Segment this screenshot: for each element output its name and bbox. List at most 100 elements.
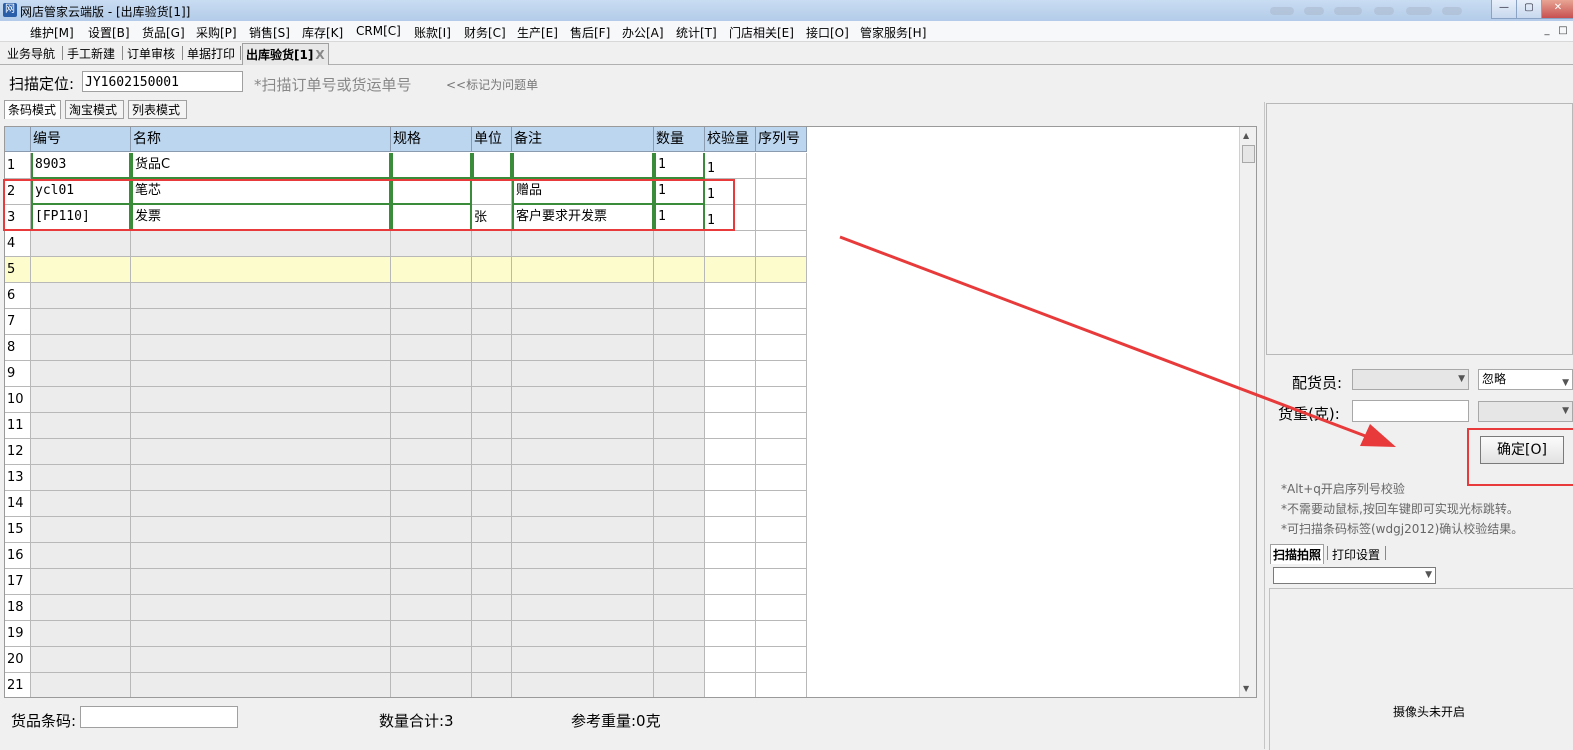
cell-note[interactable] xyxy=(512,491,654,517)
cell-check[interactable] xyxy=(705,309,756,335)
cell-code[interactable] xyxy=(31,231,131,257)
cell-qty[interactable] xyxy=(654,647,705,673)
cell-unit[interactable] xyxy=(472,595,512,621)
mdi-restore-button[interactable]: □ xyxy=(1556,24,1570,38)
cell-spec[interactable] xyxy=(391,361,472,387)
cell-spec[interactable] xyxy=(391,231,472,257)
cell-name[interactable] xyxy=(131,621,391,647)
tab-close-icon[interactable]: X xyxy=(315,48,324,62)
cell-check[interactable] xyxy=(705,387,756,413)
cell-serial[interactable] xyxy=(756,491,807,517)
table-row[interactable]: 11 xyxy=(5,413,807,439)
cell-check[interactable] xyxy=(705,283,756,309)
cell-name[interactable] xyxy=(131,283,391,309)
header-serial[interactable]: 序列号 xyxy=(756,127,807,152)
cell-name[interactable] xyxy=(131,361,391,387)
cell-spec[interactable] xyxy=(391,257,472,283)
cell-spec[interactable] xyxy=(391,153,472,179)
cell-spec[interactable] xyxy=(391,569,472,595)
cell-check[interactable] xyxy=(705,595,756,621)
cell-qty[interactable] xyxy=(654,595,705,621)
cell-unit[interactable] xyxy=(472,257,512,283)
cell-note[interactable] xyxy=(512,309,654,335)
cell-qty[interactable] xyxy=(654,491,705,517)
cell-serial[interactable] xyxy=(756,283,807,309)
menu-purchase[interactable]: 采购[P] xyxy=(196,24,237,41)
cell-name[interactable] xyxy=(131,257,391,283)
cell-code[interactable] xyxy=(31,257,131,283)
cell-code[interactable] xyxy=(31,413,131,439)
cell-qty[interactable] xyxy=(654,465,705,491)
cell-unit[interactable] xyxy=(472,673,512,697)
cell-name[interactable] xyxy=(131,335,391,361)
cell-qty[interactable] xyxy=(654,621,705,647)
menu-statistics[interactable]: 统计[T] xyxy=(676,24,717,41)
cell-qty[interactable]: 1 xyxy=(654,153,705,179)
cell-spec[interactable] xyxy=(391,335,472,361)
header-note[interactable]: 备注 xyxy=(512,127,654,152)
cell-unit[interactable] xyxy=(472,491,512,517)
cell-check[interactable] xyxy=(705,439,756,465)
cell-note[interactable] xyxy=(512,517,654,543)
cell-name[interactable] xyxy=(131,231,391,257)
weight-input[interactable] xyxy=(1352,400,1469,422)
table-row[interactable]: 1 8903 货品C 1 1 xyxy=(5,153,807,179)
tab-scan-photo[interactable]: 扫描拍照 xyxy=(1270,544,1325,564)
cell-code[interactable] xyxy=(31,283,131,309)
cell-note[interactable] xyxy=(512,283,654,309)
tab-business-nav[interactable]: 业务导航 xyxy=(4,45,58,62)
weight-unit-select[interactable]: ▼ xyxy=(1478,401,1573,422)
cell-serial[interactable] xyxy=(756,205,807,231)
cell-qty[interactable] xyxy=(654,257,705,283)
table-row[interactable]: 19 xyxy=(5,621,807,647)
table-row[interactable]: 13 xyxy=(5,465,807,491)
cell-unit[interactable] xyxy=(472,361,512,387)
cell-serial[interactable] xyxy=(756,231,807,257)
cell-check[interactable] xyxy=(705,491,756,517)
cell-check[interactable]: 1 xyxy=(705,153,756,179)
cell-note[interactable] xyxy=(512,673,654,697)
cell-qty[interactable] xyxy=(654,543,705,569)
table-row[interactable]: 7 xyxy=(5,309,807,335)
cell-serial[interactable] xyxy=(756,647,807,673)
cell-qty[interactable] xyxy=(654,387,705,413)
cell-code[interactable] xyxy=(31,543,131,569)
menu-settings[interactable]: 设置[B] xyxy=(88,24,130,41)
cell-unit[interactable] xyxy=(472,283,512,309)
cell-qty[interactable] xyxy=(654,231,705,257)
close-button[interactable]: ✕ xyxy=(1541,0,1573,19)
cell-unit[interactable] xyxy=(472,465,512,491)
cell-qty[interactable] xyxy=(654,361,705,387)
mdi-minimize-button[interactable]: _ xyxy=(1540,24,1554,38)
menu-goods[interactable]: 货品[G] xyxy=(142,24,185,41)
cell-spec[interactable] xyxy=(391,309,472,335)
cell-code[interactable] xyxy=(31,361,131,387)
cell-unit[interactable] xyxy=(472,621,512,647)
table-row[interactable]: 20 xyxy=(5,647,807,673)
cell-serial[interactable] xyxy=(756,257,807,283)
table-row[interactable]: 5 xyxy=(5,257,807,283)
cell-qty[interactable] xyxy=(654,335,705,361)
cell-name[interactable]: 货品C xyxy=(131,153,391,179)
cell-qty[interactable] xyxy=(654,309,705,335)
cell-code[interactable] xyxy=(31,673,131,697)
cell-qty[interactable] xyxy=(654,283,705,309)
table-row[interactable]: 18 xyxy=(5,595,807,621)
cell-qty[interactable] xyxy=(654,569,705,595)
cell-code[interactable]: 8903 xyxy=(31,153,131,179)
header-unit[interactable]: 单位 xyxy=(472,127,512,152)
menu-office[interactable]: 办公[A] xyxy=(622,24,664,41)
table-row[interactable]: 8 xyxy=(5,335,807,361)
cell-code[interactable] xyxy=(31,517,131,543)
cell-unit[interactable] xyxy=(472,153,512,179)
scroll-down-icon[interactable]: ▼ xyxy=(1243,684,1249,693)
tab-manual-new[interactable]: 手工新建 xyxy=(64,45,118,62)
cell-check[interactable] xyxy=(705,621,756,647)
cell-note[interactable] xyxy=(512,439,654,465)
cell-spec[interactable] xyxy=(391,283,472,309)
cell-serial[interactable] xyxy=(756,179,807,205)
cell-name[interactable] xyxy=(131,569,391,595)
cell-name[interactable] xyxy=(131,439,391,465)
cell-note[interactable] xyxy=(512,621,654,647)
cell-unit[interactable] xyxy=(472,413,512,439)
